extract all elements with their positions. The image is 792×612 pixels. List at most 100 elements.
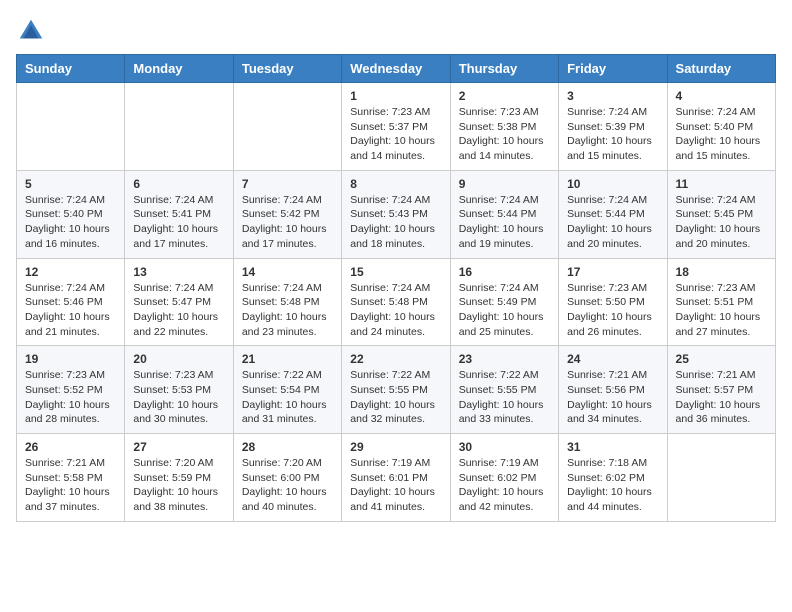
- weekday-header-wednesday: Wednesday: [342, 55, 450, 83]
- day-number: 15: [350, 265, 441, 279]
- day-cell: 11 Sunrise: 7:24 AM Sunset: 5:45 PM Dayli…: [667, 170, 775, 258]
- day-number: 17: [567, 265, 658, 279]
- day-info: Sunrise: 7:24 AM Sunset: 5:48 PM Dayligh…: [242, 281, 333, 340]
- day-number: 16: [459, 265, 550, 279]
- day-number: 10: [567, 177, 658, 191]
- day-cell: 10 Sunrise: 7:24 AM Sunset: 5:44 PM Dayli…: [559, 170, 667, 258]
- day-info: Sunrise: 7:24 AM Sunset: 5:45 PM Dayligh…: [676, 193, 767, 252]
- day-info: Sunrise: 7:22 AM Sunset: 5:55 PM Dayligh…: [350, 368, 441, 427]
- day-number: 9: [459, 177, 550, 191]
- day-info: Sunrise: 7:18 AM Sunset: 6:02 PM Dayligh…: [567, 456, 658, 515]
- weekday-header-thursday: Thursday: [450, 55, 558, 83]
- day-info: Sunrise: 7:23 AM Sunset: 5:38 PM Dayligh…: [459, 105, 550, 164]
- day-number: 31: [567, 440, 658, 454]
- day-number: 19: [25, 352, 116, 366]
- day-cell: 16 Sunrise: 7:24 AM Sunset: 5:49 PM Dayli…: [450, 258, 558, 346]
- day-info: Sunrise: 7:23 AM Sunset: 5:50 PM Dayligh…: [567, 281, 658, 340]
- day-info: Sunrise: 7:23 AM Sunset: 5:53 PM Dayligh…: [133, 368, 224, 427]
- day-number: 18: [676, 265, 767, 279]
- day-info: Sunrise: 7:24 AM Sunset: 5:49 PM Dayligh…: [459, 281, 550, 340]
- day-cell: 2 Sunrise: 7:23 AM Sunset: 5:38 PM Daylig…: [450, 83, 558, 171]
- week-row-5: 26 Sunrise: 7:21 AM Sunset: 5:58 PM Dayli…: [17, 434, 776, 522]
- day-info: Sunrise: 7:21 AM Sunset: 5:57 PM Dayligh…: [676, 368, 767, 427]
- day-info: Sunrise: 7:24 AM Sunset: 5:44 PM Dayligh…: [567, 193, 658, 252]
- logo-icon: [16, 16, 46, 46]
- day-cell: 4Sunrise: 7:24 AM Sunset: 5:40 PM Daylig…: [667, 83, 775, 171]
- day-info: Sunrise: 7:24 AM Sunset: 5:46 PM Dayligh…: [25, 281, 116, 340]
- day-cell: 24Sunrise: 7:21 AM Sunset: 5:56 PM Dayli…: [559, 346, 667, 434]
- day-number: 3: [567, 89, 658, 103]
- day-info: Sunrise: 7:20 AM Sunset: 6:00 PM Dayligh…: [242, 456, 333, 515]
- day-info: Sunrise: 7:24 AM Sunset: 5:40 PM Dayligh…: [25, 193, 116, 252]
- day-cell: 8 Sunrise: 7:24 AM Sunset: 5:43 PM Daylig…: [342, 170, 450, 258]
- day-cell: 7 Sunrise: 7:24 AM Sunset: 5:42 PM Daylig…: [233, 170, 341, 258]
- day-number: 27: [133, 440, 224, 454]
- day-number: 26: [25, 440, 116, 454]
- day-cell: 17 Sunrise: 7:23 AM Sunset: 5:50 PM Dayli…: [559, 258, 667, 346]
- day-info: Sunrise: 7:24 AM Sunset: 5:39 PM Dayligh…: [567, 105, 658, 164]
- day-number: 1: [350, 89, 441, 103]
- day-info: Sunrise: 7:24 AM Sunset: 5:44 PM Dayligh…: [459, 193, 550, 252]
- week-row-4: 19 Sunrise: 7:23 AM Sunset: 5:52 PM Dayli…: [17, 346, 776, 434]
- weekday-header-tuesday: Tuesday: [233, 55, 341, 83]
- day-number: 25: [676, 352, 767, 366]
- day-cell: 1 Sunrise: 7:23 AM Sunset: 5:37 PM Daylig…: [342, 83, 450, 171]
- day-info: Sunrise: 7:24 AM Sunset: 5:43 PM Dayligh…: [350, 193, 441, 252]
- day-number: 21: [242, 352, 333, 366]
- day-cell: 15Sunrise: 7:24 AM Sunset: 5:48 PM Dayli…: [342, 258, 450, 346]
- day-cell: 31 Sunrise: 7:18 AM Sunset: 6:02 PM Dayli…: [559, 434, 667, 522]
- day-number: 8: [350, 177, 441, 191]
- day-number: 23: [459, 352, 550, 366]
- day-cell: [233, 83, 341, 171]
- page-header: [16, 16, 776, 46]
- day-number: 7: [242, 177, 333, 191]
- day-number: 22: [350, 352, 441, 366]
- weekday-header-friday: Friday: [559, 55, 667, 83]
- day-info: Sunrise: 7:24 AM Sunset: 5:47 PM Dayligh…: [133, 281, 224, 340]
- day-cell: 18 Sunrise: 7:23 AM Sunset: 5:51 PM Dayli…: [667, 258, 775, 346]
- day-cell: 30 Sunrise: 7:19 AM Sunset: 6:02 PM Dayli…: [450, 434, 558, 522]
- day-info: Sunrise: 7:22 AM Sunset: 5:55 PM Dayligh…: [459, 368, 550, 427]
- calendar-table: SundayMondayTuesdayWednesdayThursdayFrid…: [16, 54, 776, 522]
- day-info: Sunrise: 7:19 AM Sunset: 6:01 PM Dayligh…: [350, 456, 441, 515]
- weekday-header-monday: Monday: [125, 55, 233, 83]
- weekday-header-saturday: Saturday: [667, 55, 775, 83]
- day-cell: [17, 83, 125, 171]
- logo: [16, 16, 50, 46]
- day-cell: 14 Sunrise: 7:24 AM Sunset: 5:48 PM Dayli…: [233, 258, 341, 346]
- day-cell: 9 Sunrise: 7:24 AM Sunset: 5:44 PM Daylig…: [450, 170, 558, 258]
- day-info: Sunrise: 7:23 AM Sunset: 5:37 PM Dayligh…: [350, 105, 441, 164]
- day-info: Sunrise: 7:21 AM Sunset: 5:58 PM Dayligh…: [25, 456, 116, 515]
- day-number: 11: [676, 177, 767, 191]
- day-info: Sunrise: 7:23 AM Sunset: 5:52 PM Dayligh…: [25, 368, 116, 427]
- day-number: 20: [133, 352, 224, 366]
- weekday-header-row: SundayMondayTuesdayWednesdayThursdayFrid…: [17, 55, 776, 83]
- day-info: Sunrise: 7:22 AM Sunset: 5:54 PM Dayligh…: [242, 368, 333, 427]
- day-number: 13: [133, 265, 224, 279]
- day-cell: 27 Sunrise: 7:20 AM Sunset: 5:59 PM Dayli…: [125, 434, 233, 522]
- day-cell: 23 Sunrise: 7:22 AM Sunset: 5:55 PM Dayli…: [450, 346, 558, 434]
- day-cell: 12Sunrise: 7:24 AM Sunset: 5:46 PM Dayli…: [17, 258, 125, 346]
- day-info: Sunrise: 7:24 AM Sunset: 5:42 PM Dayligh…: [242, 193, 333, 252]
- day-info: Sunrise: 7:19 AM Sunset: 6:02 PM Dayligh…: [459, 456, 550, 515]
- day-cell: 20 Sunrise: 7:23 AM Sunset: 5:53 PM Dayli…: [125, 346, 233, 434]
- day-cell: 29Sunrise: 7:19 AM Sunset: 6:01 PM Dayli…: [342, 434, 450, 522]
- day-number: 5: [25, 177, 116, 191]
- day-number: 2: [459, 89, 550, 103]
- day-cell: 19 Sunrise: 7:23 AM Sunset: 5:52 PM Dayli…: [17, 346, 125, 434]
- day-cell: 22 Sunrise: 7:22 AM Sunset: 5:55 PM Dayli…: [342, 346, 450, 434]
- day-number: 24: [567, 352, 658, 366]
- day-number: 14: [242, 265, 333, 279]
- day-number: 30: [459, 440, 550, 454]
- day-info: Sunrise: 7:24 AM Sunset: 5:40 PM Dayligh…: [676, 105, 767, 164]
- day-info: Sunrise: 7:20 AM Sunset: 5:59 PM Dayligh…: [133, 456, 224, 515]
- day-cell: 25 Sunrise: 7:21 AM Sunset: 5:57 PM Dayli…: [667, 346, 775, 434]
- day-cell: 3 Sunrise: 7:24 AM Sunset: 5:39 PM Daylig…: [559, 83, 667, 171]
- day-cell: 5 Sunrise: 7:24 AM Sunset: 5:40 PM Daylig…: [17, 170, 125, 258]
- week-row-1: 1 Sunrise: 7:23 AM Sunset: 5:37 PM Daylig…: [17, 83, 776, 171]
- day-cell: 21 Sunrise: 7:22 AM Sunset: 5:54 PM Dayli…: [233, 346, 341, 434]
- day-info: Sunrise: 7:24 AM Sunset: 5:41 PM Dayligh…: [133, 193, 224, 252]
- day-cell: [667, 434, 775, 522]
- day-info: Sunrise: 7:23 AM Sunset: 5:51 PM Dayligh…: [676, 281, 767, 340]
- week-row-3: 12Sunrise: 7:24 AM Sunset: 5:46 PM Dayli…: [17, 258, 776, 346]
